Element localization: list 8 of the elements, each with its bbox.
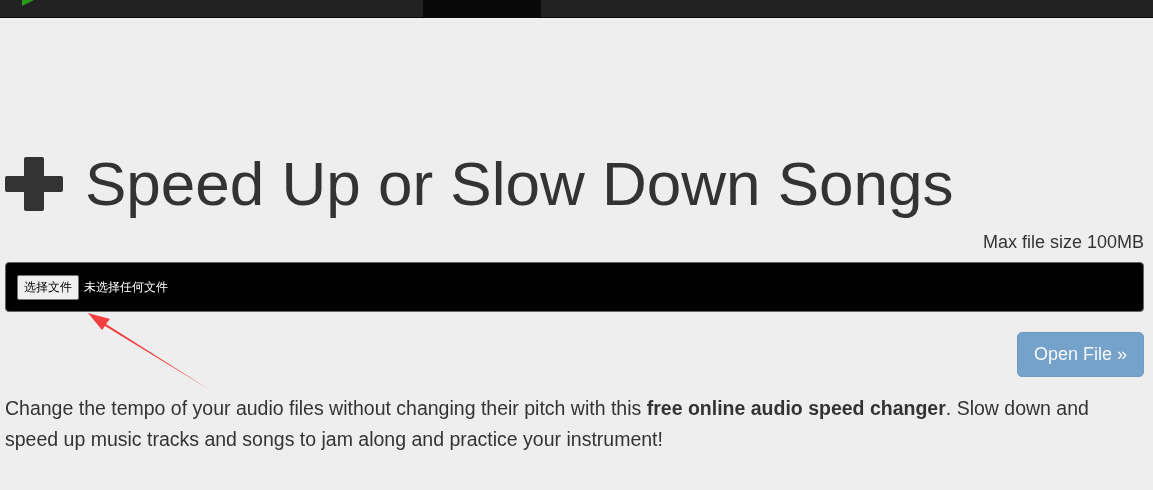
choose-file-button[interactable]: 选择文件 [17, 274, 79, 300]
plus-icon [5, 155, 63, 213]
max-size-note: Max file size 100MB [982, 232, 1144, 253]
file-input[interactable]: 选择文件 未选择任何文件 [5, 262, 1144, 312]
page-title: Speed Up or Slow Down Songs [85, 148, 954, 220]
file-status: 未选择任何文件 [84, 278, 168, 296]
logo-icon[interactable] [22, 0, 34, 6]
description-text: Change the tempo of your audio files without changing their pitch with this free online audio speed changer. Slow down and speed up music tracks and songs to jam along and practice your instrument! [5, 396, 1090, 452]
